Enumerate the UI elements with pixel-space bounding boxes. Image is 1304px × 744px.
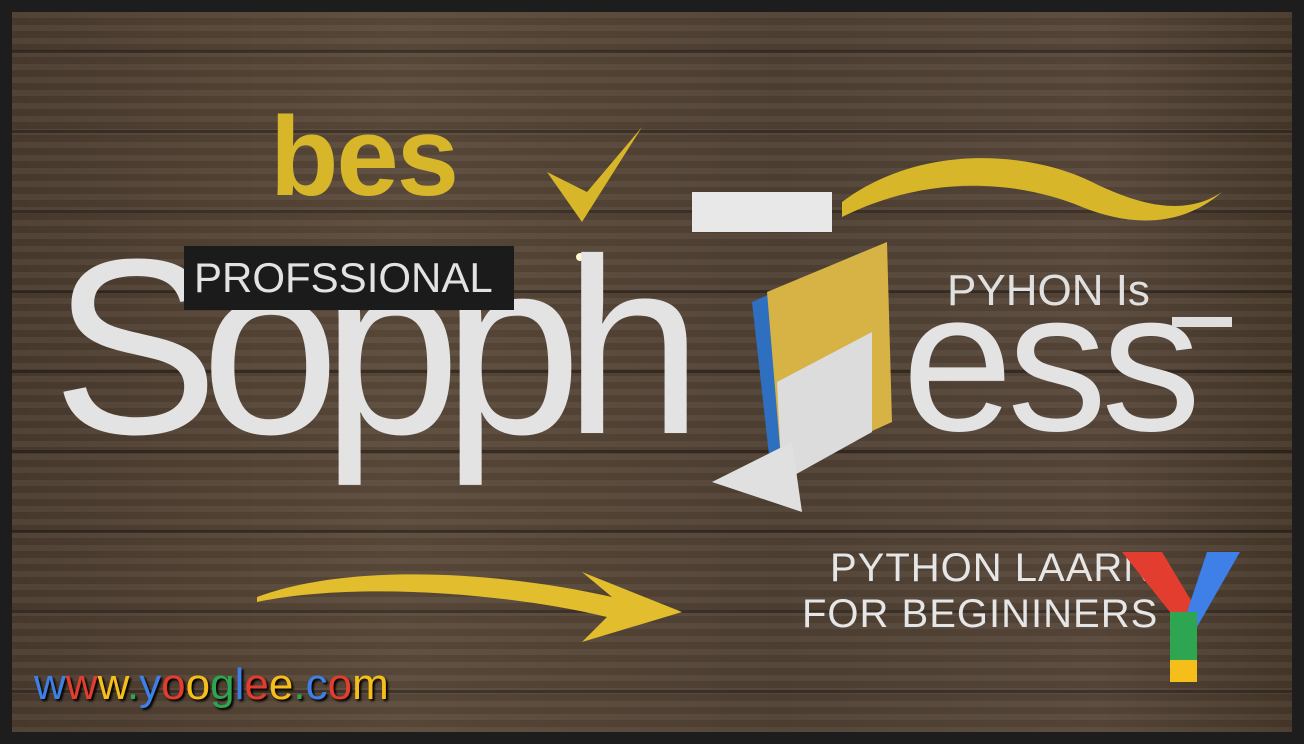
url-letter: y — [139, 660, 162, 709]
subtitle-line-1: PYTHON LAARN — [830, 546, 1154, 590]
y-logo-icon — [1122, 552, 1240, 682]
url-letter: . — [126, 660, 140, 709]
url-letter: l — [234, 660, 245, 709]
url-letter: o — [327, 660, 353, 709]
headline-fragment: bes — [270, 94, 459, 219]
url-letter: o — [161, 660, 186, 709]
wood-background: bes Sopph PROFSSIONAL ess PYHON Is PYTHO… — [12, 12, 1292, 732]
website-url: www.yooglee.com — [34, 660, 389, 710]
url-letter: g — [210, 660, 235, 709]
url-letter: o — [185, 660, 211, 709]
dash-decoration — [1172, 317, 1232, 327]
side-label: PYHON Is — [947, 266, 1150, 315]
url-letter: e — [244, 660, 269, 709]
url-letter: . — [293, 660, 306, 709]
url-letter: m — [352, 660, 389, 709]
url-letter: w — [34, 660, 66, 709]
url-letter: c — [305, 660, 328, 709]
arrow-icon — [257, 572, 682, 642]
url-letter: w — [97, 660, 127, 709]
subtitle-line-2: FOR BEGININERS — [802, 592, 1159, 636]
url-letter: w — [65, 660, 98, 709]
label-text: PROFSSIONAL — [194, 254, 493, 301]
url-letter: e — [268, 660, 294, 709]
book-illustration — [692, 192, 892, 512]
